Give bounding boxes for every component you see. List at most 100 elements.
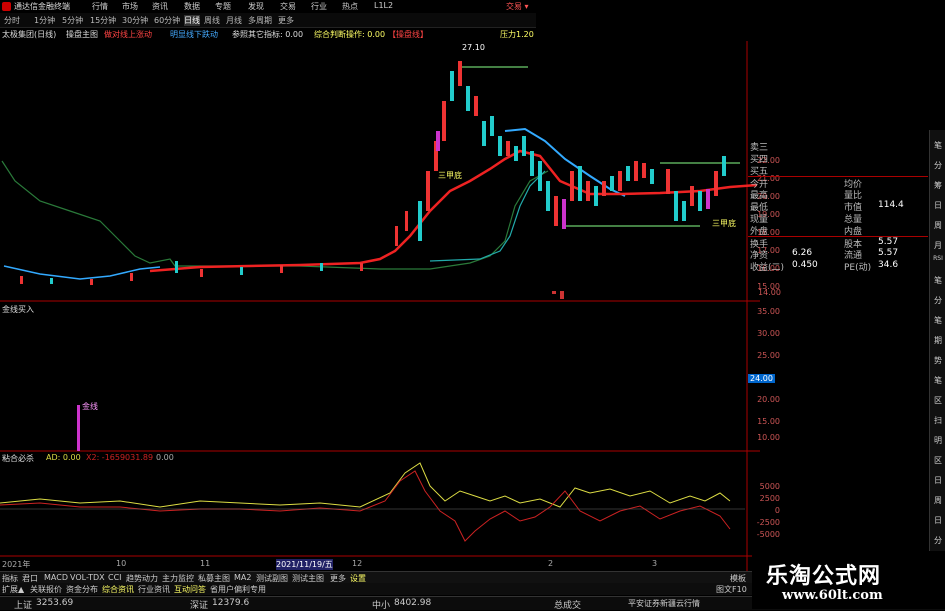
side-tab[interactable]: 笔 [932,140,944,151]
sub2-extra: 0.00 [156,453,174,462]
info-row: 收益(二) 0.450 PE(动) 34.6 [750,260,899,273]
tab-vol[interactable]: VOL-TDX [70,573,105,582]
side-tab[interactable]: 扫 [932,415,944,426]
side-tab[interactable]: 日 [932,475,944,486]
period-30min[interactable]: 30分钟 [122,15,148,26]
sanjiadi-label-2: 三甲底 [712,219,736,228]
period-weekly[interactable]: 周线 [204,15,220,26]
side-tab[interactable]: 日 [932,200,944,211]
title-bar: 通达信金融终端 行情 市场 资讯 数据 专题 发现 交易 行业 热点 L1L2 … [0,0,536,13]
side-tab[interactable]: 笔 [932,375,944,386]
broker-label: 平安证券新疆云行情 [628,599,700,608]
period-15min[interactable]: 15分钟 [90,15,116,26]
tab-cci[interactable]: CCI [108,573,122,582]
x-label: 11 [200,559,211,568]
side-tab-strip: 笔 分 筹 日 周 月 RSI 笔 分 笔 期 势 笔 区 扫 明 区 日 周 … [929,130,945,570]
menu-zhuanti[interactable]: 专题 [215,1,231,12]
side-tab[interactable]: 笔 [932,275,944,286]
tab-related[interactable]: 关联报价 [30,584,62,595]
sub1-current-value: 24.00 [748,374,775,383]
tab-ma2[interactable]: MA2 [234,573,251,582]
menu-hangqing[interactable]: 行情 [92,1,108,12]
side-tab[interactable]: 分 [932,535,944,546]
tab-qa[interactable]: 互动问答 [174,584,206,595]
total-volume-label: 总成交 [554,601,582,611]
sub2-ad-label: AD: 0.00 [46,453,81,462]
app-logo-icon [2,2,11,11]
x-label: 2 [548,559,554,568]
period-multi[interactable]: 多周期 [248,15,272,26]
tab-user[interactable]: 省用户偏利专用 [210,584,266,595]
side-tab[interactable]: 日 [932,515,944,526]
blue-curve-left [3,265,161,280]
sz-index-label: 深证 [190,601,209,611]
sub2-y-axis: 5000 2500 0 -2500 -5000 [756,482,780,539]
menu-redian[interactable]: 热点 [342,1,358,12]
side-tab[interactable]: 月 [932,240,944,251]
tab-fund-dist[interactable]: 资金分布 [66,584,98,595]
period-fenshi[interactable]: 分时 [4,15,20,26]
x-label-cursor: 2021/11/19/五 [276,559,333,570]
indicator-ref: 参照其它指标: 0.00 [232,30,304,39]
menu-zixun[interactable]: 资讯 [152,1,168,12]
period-more[interactable]: 更多 [278,15,294,26]
x-label: 3 [652,559,658,568]
indicator-down: 明显线下跌动 [170,30,218,39]
watermark: 乐淘公式网 www.60lt.com [752,551,945,609]
gold-line-signal-bar [77,405,80,451]
x-label: 2021年 [2,560,31,569]
side-tab[interactable]: RSI [932,255,944,262]
side-tab[interactable]: 区 [932,455,944,466]
period-5min[interactable]: 5分钟 [62,15,83,26]
side-tab[interactable]: 笔 [932,315,944,326]
side-tab[interactable]: 周 [932,495,944,506]
trade-dropdown[interactable]: 交易 ▾ [506,1,529,12]
sanjiadi-label-1: 三甲底 [438,171,462,180]
tab-macd[interactable]: MACD [44,573,68,582]
chart-area[interactable] [0,41,760,571]
operation-line [149,149,758,273]
window-title: 通达信金融终端 [14,2,70,11]
x-label: 10 [116,559,127,568]
side-tab[interactable]: 明 [932,435,944,446]
period-60min[interactable]: 60分钟 [154,15,180,26]
side-tab[interactable]: 分 [932,295,944,306]
y-tick-bottom: 14.00 [758,288,781,297]
menu-shichang[interactable]: 市场 [122,1,138,12]
tab-industry-news[interactable]: 行业资讯 [138,584,170,595]
osc-red-line [0,470,731,542]
side-tab[interactable]: 势 [932,355,944,366]
watermark-title: 乐淘公式网 [766,563,882,589]
menu-shuju[interactable]: 数据 [184,1,200,12]
side-tab[interactable]: 期 [932,335,944,346]
sub2-title[interactable]: 粘合必杀 [2,453,34,464]
indicator-bar: 太极集团(日线) 操盘主图 做对线上涨动 明显线下跌动 参照其它指标: 0.00… [0,28,536,41]
indicator-line: 【操盘线】 [388,30,428,39]
tab-ext[interactable]: 扩展▲ [2,584,24,595]
menu-faxian[interactable]: 发现 [248,1,264,12]
f10-label[interactable]: 图文F10 [716,584,747,595]
period-1min[interactable]: 1分钟 [34,15,55,26]
period-daily[interactable]: 日线 [184,15,200,26]
sub1-title[interactable]: 金线买入 [2,304,34,315]
side-tab[interactable]: 区 [932,395,944,406]
sub1-signal-label: 金线 [82,402,98,411]
watermark-url: www.60lt.com [782,588,883,603]
indicator-up: 做对线上涨动 [104,30,152,39]
side-tab[interactable]: 分 [932,160,944,171]
zx-index-value: 8402.98 [394,598,432,608]
side-tab[interactable]: 筹 [932,180,944,191]
tab-news[interactable]: 综合资讯 [102,584,134,595]
stock-name[interactable]: 太极集团(日线) [2,29,56,40]
side-tab[interactable]: 周 [932,220,944,231]
menu-l1l2[interactable]: L1L2 [374,1,393,10]
high-price-label: 27.10 [462,43,485,52]
sz-index-value: 12379.6 [212,598,250,608]
menu-jiaoyi[interactable]: 交易 [280,1,296,12]
x-label: 12 [352,559,363,568]
period-toolbar: 分时 1分钟 5分钟 15分钟 30分钟 60分钟 日线 周线 月线 多周期 更… [0,13,536,28]
small-candles [20,211,408,285]
period-monthly[interactable]: 月线 [226,15,242,26]
indicator-title[interactable]: 操盘主图 [66,29,98,40]
menu-hangye[interactable]: 行业 [311,1,327,12]
